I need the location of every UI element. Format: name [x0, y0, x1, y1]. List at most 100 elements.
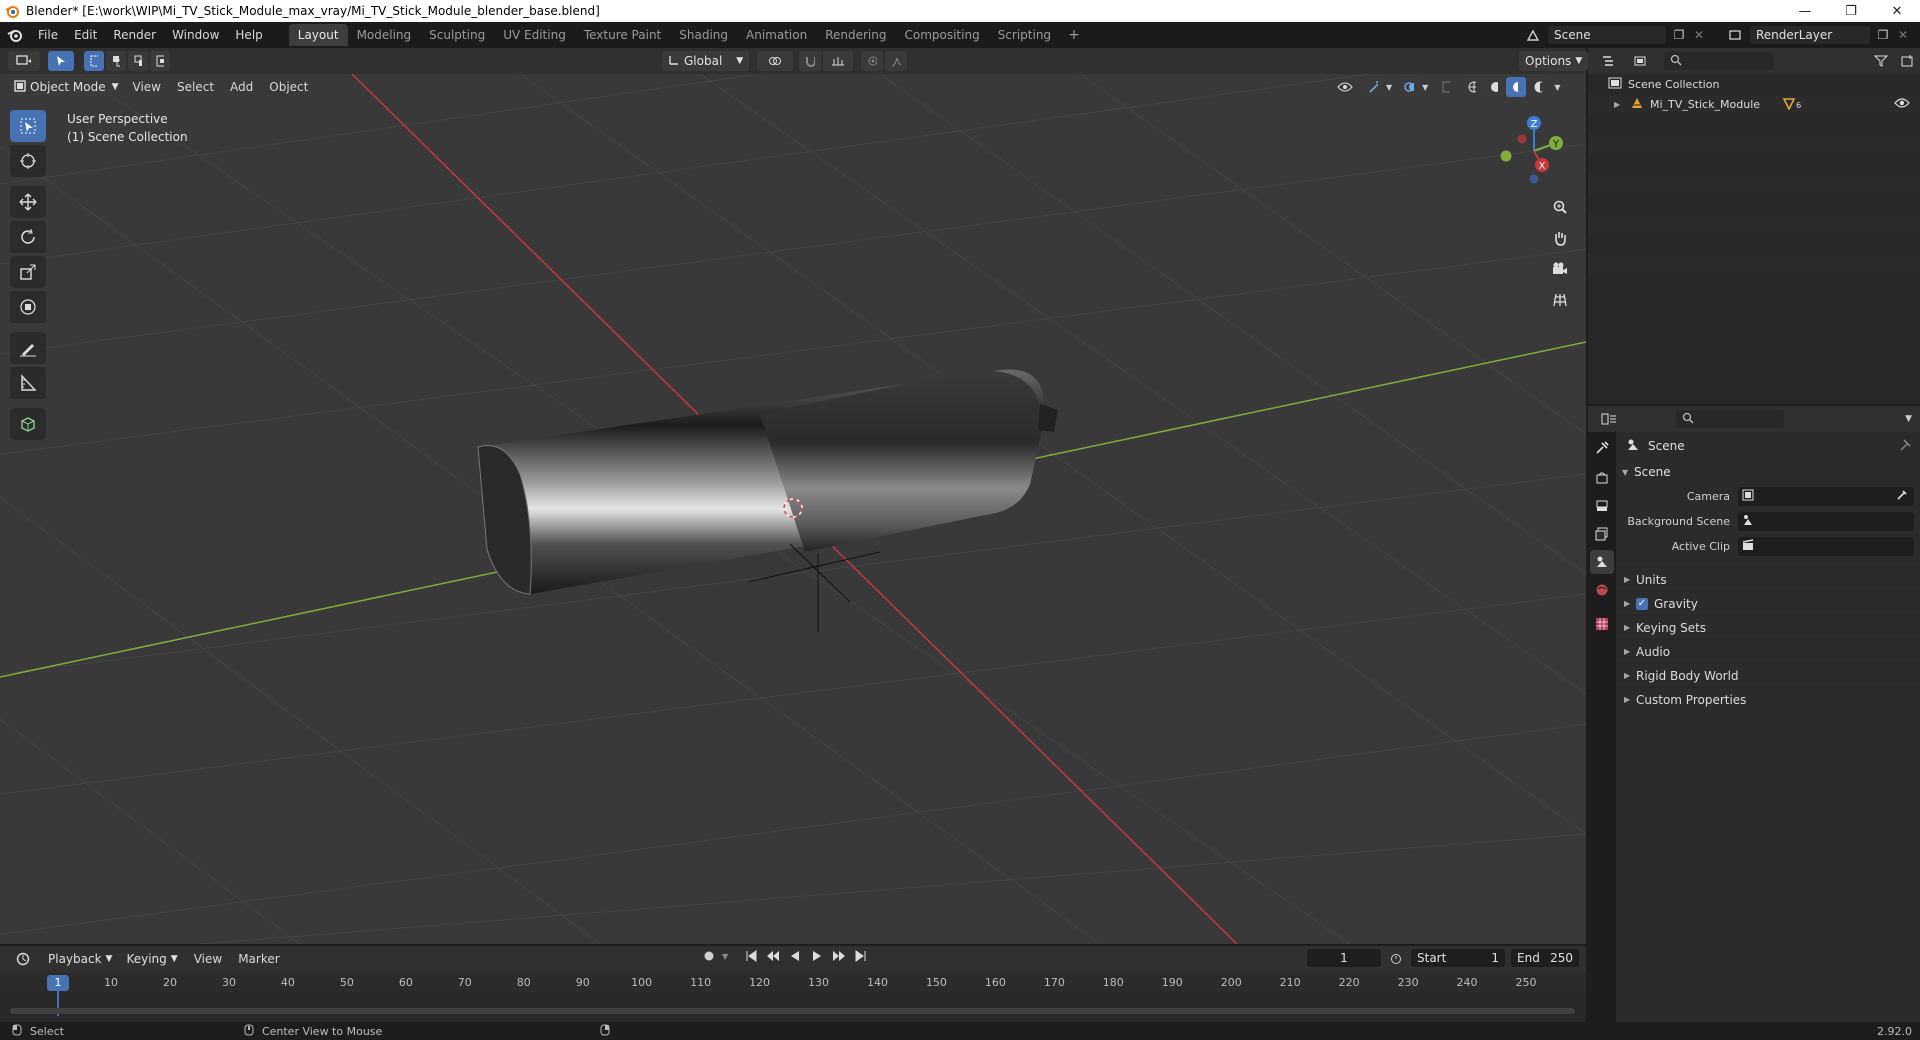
solid-shading-icon[interactable]	[1484, 77, 1505, 97]
chevron-down-icon[interactable]: ▼	[1905, 414, 1912, 424]
proportional-edit-icon[interactable]	[861, 51, 884, 71]
timeline-scrollbar[interactable]	[10, 1008, 1575, 1014]
ortho-grid-icon[interactable]	[1547, 287, 1573, 313]
keying-dropdown[interactable]: Keying ▼	[120, 949, 183, 969]
material-preview-shading-icon[interactable]	[1506, 77, 1527, 97]
outliner-editor-type-icon[interactable]	[1594, 51, 1624, 71]
custom-properties-panel[interactable]: ▶ Custom Properties	[1616, 687, 1920, 711]
output-tab-icon[interactable]	[1590, 494, 1614, 518]
view-layer-icon[interactable]	[1724, 28, 1746, 42]
render-tab-icon[interactable]	[1590, 466, 1614, 490]
new-collection-icon[interactable]	[1896, 55, 1920, 67]
keying-sets-panel[interactable]: ▶ Keying Sets	[1616, 615, 1920, 639]
gravity-checkbox[interactable]: ✓	[1636, 597, 1648, 610]
display-mode-icon[interactable]	[1626, 51, 1656, 71]
background-scene-field[interactable]	[1738, 512, 1914, 531]
play-reverse-icon[interactable]	[786, 950, 804, 962]
select-intersect-icon[interactable]	[150, 51, 170, 71]
visibility-eye-icon[interactable]	[1330, 77, 1360, 97]
new-scene-icon[interactable]: ❐	[1670, 28, 1688, 42]
select-subtract-icon[interactable]	[128, 51, 148, 71]
texture-tab-icon[interactable]	[1590, 612, 1614, 636]
xray-toggle-icon[interactable]	[1436, 77, 1456, 97]
menu-window[interactable]: Window	[164, 24, 227, 46]
audio-panel[interactable]: ▶ Audio	[1616, 639, 1920, 663]
auto-keying-icon[interactable]	[700, 950, 718, 962]
move-tool-icon[interactable]	[10, 186, 46, 218]
tab-texture-paint[interactable]: Texture Paint	[575, 24, 670, 46]
play-icon[interactable]	[808, 950, 826, 962]
proportional-falloff-icon[interactable]	[885, 51, 908, 71]
camera-view-icon[interactable]	[1547, 256, 1573, 282]
options-dropdown[interactable]: Options ▼	[1519, 51, 1589, 71]
outliner-scene-collection[interactable]: Scene Collection	[1588, 74, 1920, 94]
close-button[interactable]: ✕	[1874, 0, 1920, 22]
select-new-icon[interactable]	[84, 51, 104, 71]
add-workspace-icon[interactable]: +	[1060, 27, 1088, 43]
scene-tab-icon[interactable]	[1590, 550, 1614, 574]
tool-tab-icon[interactable]	[1590, 436, 1614, 460]
scale-tool-icon[interactable]	[10, 256, 46, 288]
wireframe-shading-icon[interactable]	[1462, 77, 1483, 97]
viewport-menu-view[interactable]: View	[125, 76, 169, 98]
chevron-down-icon[interactable]: ▼	[1386, 83, 1392, 92]
view-layer-field[interactable]: RenderLayer	[1750, 26, 1870, 44]
filter-icon[interactable]	[1866, 55, 1896, 67]
new-view-layer-icon[interactable]: ❐	[1874, 28, 1892, 42]
transform-tool-icon[interactable]	[10, 291, 46, 323]
properties-editor-type-icon[interactable]	[1594, 409, 1624, 429]
view-layer-tab-icon[interactable]	[1590, 522, 1614, 546]
viewport-menu-add[interactable]: Add	[222, 76, 261, 98]
tab-animation[interactable]: Animation	[737, 24, 816, 46]
jump-end-icon[interactable]	[852, 950, 870, 962]
cursor-tool-icon[interactable]	[10, 145, 46, 177]
modifier-wrench-icon[interactable]: 6	[1782, 98, 1801, 110]
select-box-tool-icon[interactable]	[10, 110, 46, 142]
camera-field[interactable]	[1738, 487, 1914, 506]
active-clip-field[interactable]	[1738, 537, 1914, 556]
jump-keyframe-back-icon[interactable]	[764, 950, 782, 962]
timeline-menu-view[interactable]: View	[186, 948, 230, 970]
editor-type-icon[interactable]	[8, 51, 40, 71]
rendered-shading-icon[interactable]	[1528, 77, 1549, 97]
select-extend-icon[interactable]	[106, 51, 126, 71]
snap-icon[interactable]	[799, 51, 822, 71]
chevron-down-icon[interactable]: ▼	[722, 952, 728, 961]
current-frame-field[interactable]: 1	[1307, 949, 1381, 967]
eye-visibility-icon[interactable]	[1894, 97, 1910, 112]
tab-scripting[interactable]: Scripting	[989, 24, 1060, 46]
menu-render[interactable]: Render	[105, 24, 164, 46]
viewport-menu-object[interactable]: Object	[261, 76, 316, 98]
stopwatch-icon[interactable]	[1387, 952, 1405, 964]
maximize-button[interactable]: ❐	[1828, 0, 1874, 22]
timeline-editor-type-icon[interactable]	[8, 949, 40, 969]
gravity-panel[interactable]: ▶ ✓ Gravity	[1616, 591, 1920, 615]
outliner-search-input[interactable]	[1664, 52, 1774, 70]
gizmo-toggle-icon[interactable]	[1362, 77, 1384, 97]
transform-orientation-dropdown[interactable]: Global ▼	[662, 51, 750, 71]
menu-edit[interactable]: Edit	[66, 24, 105, 46]
world-tab-icon[interactable]	[1590, 578, 1614, 602]
scene-type-icon[interactable]	[1522, 28, 1544, 42]
3d-viewport[interactable]: User Perspective (1) Scene Collection Z …	[0, 74, 1586, 944]
pin-icon[interactable]	[1900, 439, 1912, 454]
select-mode-box-icon[interactable]	[48, 51, 74, 71]
tab-layout[interactable]: Layout	[288, 24, 348, 46]
add-cube-tool-icon[interactable]	[10, 408, 46, 440]
scene-name-field[interactable]: Scene	[1548, 26, 1666, 44]
jump-keyframe-forward-icon[interactable]	[830, 950, 848, 962]
properties-search-input[interactable]	[1676, 410, 1784, 428]
chevron-down-icon[interactable]: ▼	[1422, 83, 1428, 92]
rigid-body-world-panel[interactable]: ▶ Rigid Body World	[1616, 663, 1920, 687]
snap-element-icon[interactable]	[823, 51, 854, 71]
tab-uv-editing[interactable]: UV Editing	[494, 24, 575, 46]
eyedropper-icon[interactable]	[1896, 489, 1908, 504]
current-frame-indicator[interactable]: 1	[47, 975, 69, 991]
overlay-toggle-icon[interactable]	[1398, 77, 1421, 97]
timeline[interactable]: 1102030405060708090100110120130140150160…	[0, 972, 1586, 1022]
expand-arrow-icon[interactable]: ▶	[1614, 100, 1626, 109]
measure-tool-icon[interactable]	[10, 367, 46, 399]
pivot-point-icon[interactable]	[757, 51, 794, 71]
object-mode-dropdown[interactable]: Object Mode ▼	[10, 77, 123, 97]
jump-start-icon[interactable]	[742, 950, 760, 962]
